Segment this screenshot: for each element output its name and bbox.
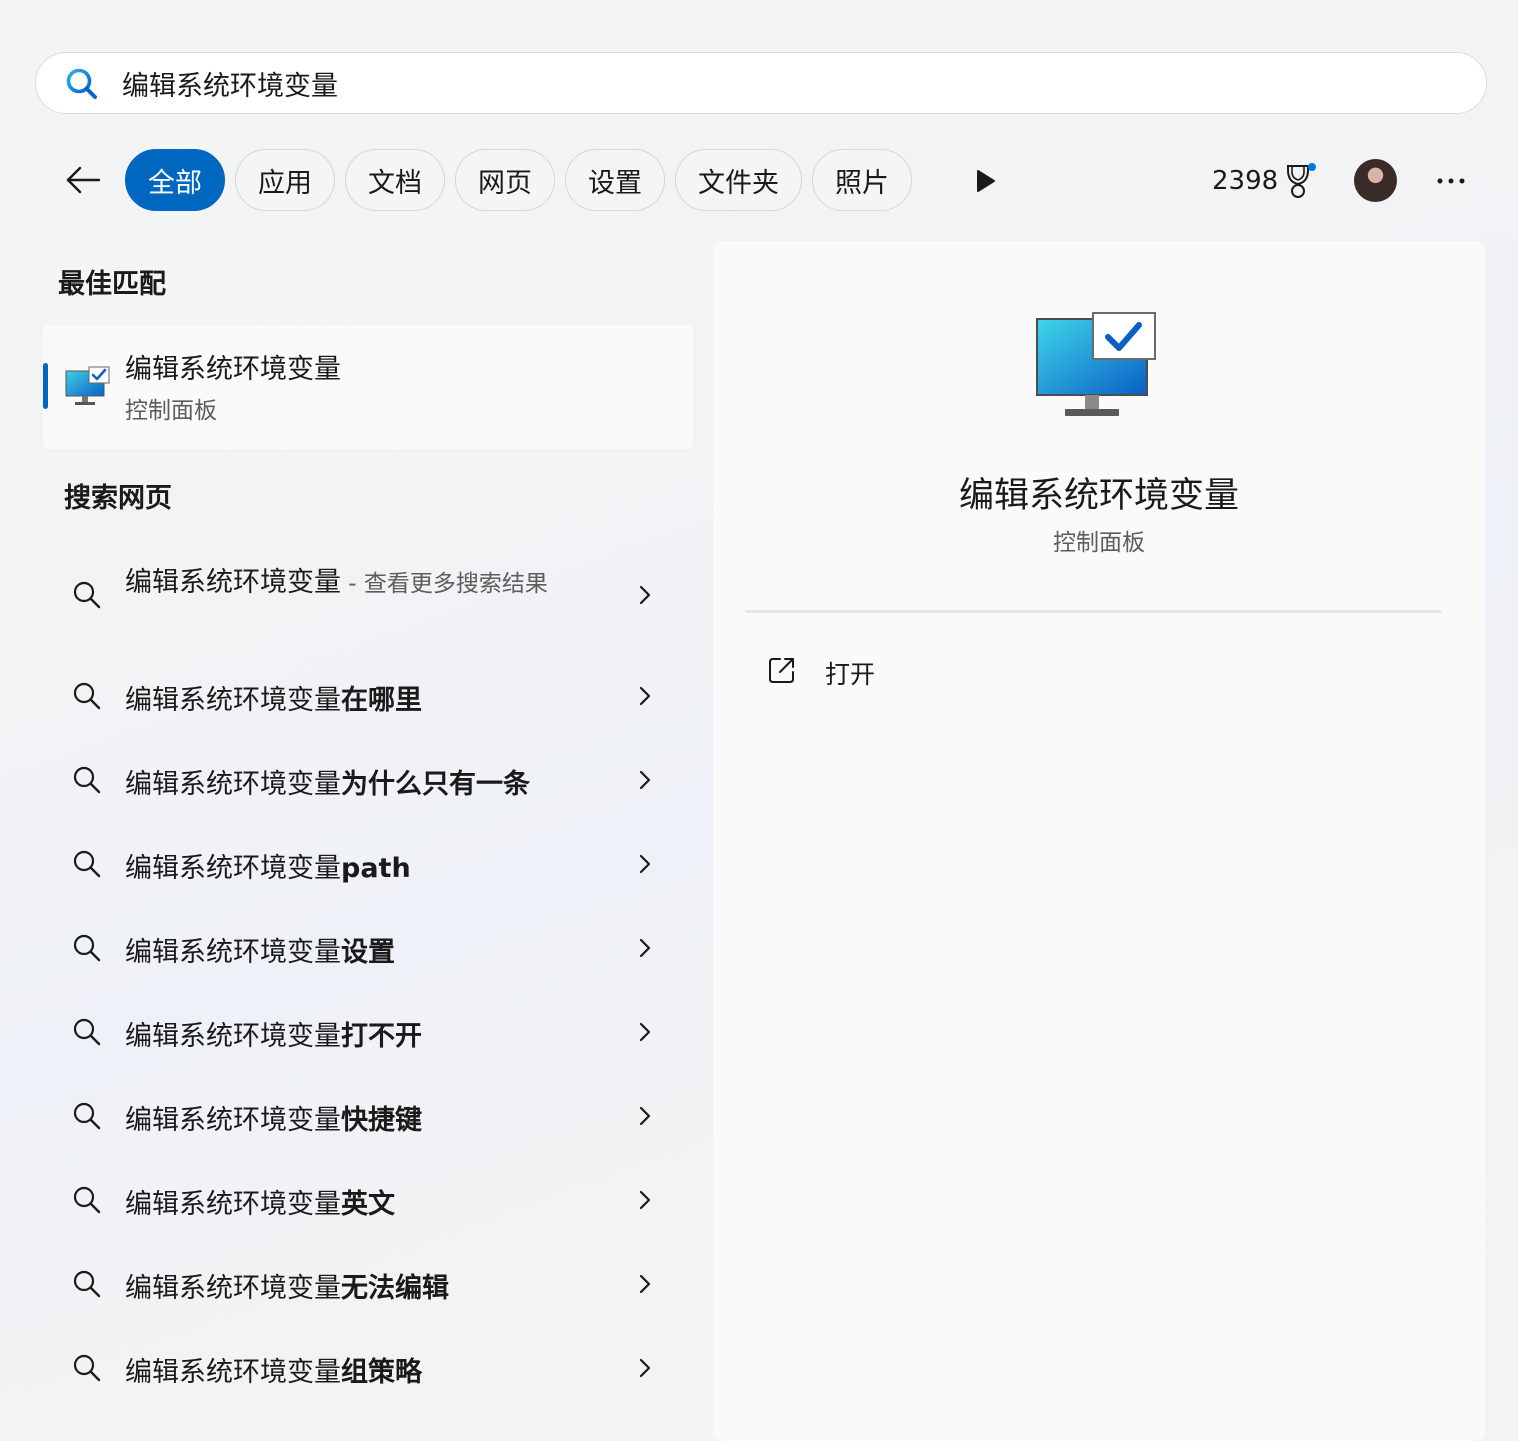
more-options-button[interactable]	[1430, 164, 1472, 198]
chevron-right-icon	[635, 1356, 655, 1380]
detail-panel: 编辑系统环境变量 控制面板 打开	[713, 241, 1485, 1441]
play-icon	[977, 170, 995, 192]
web-search-suggestion[interactable]: 编辑系统环境变量path	[43, 822, 693, 906]
tab-documents[interactable]: 文档	[345, 149, 445, 211]
suggestion-text: 编辑系统环境变量打不开	[125, 1014, 422, 1053]
tab-settings[interactable]: 设置	[565, 149, 665, 211]
suggestion-text: 编辑系统环境变量英文	[125, 1182, 395, 1221]
web-search-suggestion[interactable]: 编辑系统环境变量在哪里	[43, 654, 693, 738]
suggestion-base: 编辑系统环境变量	[125, 853, 341, 884]
search-box[interactable]	[35, 52, 1487, 114]
chevron-right-icon	[635, 1188, 655, 1212]
open-action-label: 打开	[825, 660, 876, 689]
suggestion-suffix: 组策略	[341, 1357, 422, 1388]
chevron-right-icon	[635, 1104, 655, 1128]
suggestion-suffix: 打不开	[341, 1021, 422, 1052]
system-properties-icon	[65, 366, 110, 405]
suggestion-suffix: 英文	[341, 1189, 395, 1220]
avatar[interactable]	[1354, 159, 1397, 202]
tab-photos[interactable]: 照片	[812, 149, 912, 211]
more-dots-icon	[1437, 178, 1465, 184]
search-icon	[71, 1184, 103, 1216]
search-icon	[71, 1100, 103, 1132]
suggestion-base: 编辑系统环境变量	[125, 1357, 341, 1388]
tab-all[interactable]: 全部	[125, 149, 225, 211]
suggestion-text: 编辑系统环境变量设置	[125, 930, 395, 969]
search-icon	[71, 848, 103, 880]
web-search-suggestion[interactable]: 编辑系统环境变量打不开	[43, 990, 693, 1074]
web-search-heading: 搜索网页	[64, 483, 172, 514]
detail-category: 控制面板	[1053, 530, 1145, 556]
web-search-suggestion[interactable]: 编辑系统环境变量组策略	[43, 1326, 693, 1410]
search-icon	[71, 579, 103, 611]
system-properties-large-icon	[1036, 312, 1156, 416]
rewards-points: 2398	[1212, 166, 1279, 196]
chevron-right-icon	[635, 768, 655, 792]
suggestion-text: 编辑系统环境变量组策略	[125, 1350, 422, 1389]
web-search-suggestion[interactable]: 编辑系统环境变量为什么只有一条	[43, 738, 693, 822]
suggestion-text: 编辑系统环境变量 - 查看更多搜索结果	[125, 562, 565, 605]
suggestion-suffix: 快捷键	[341, 1105, 422, 1136]
detail-title: 编辑系统环境变量	[958, 476, 1239, 516]
suggestion-text: 编辑系统环境变量无法编辑	[125, 1266, 449, 1305]
suggestion-suffix: 在哪里	[341, 685, 422, 716]
search-icon	[64, 66, 100, 102]
web-search-suggestion[interactable]: 编辑系统环境变量 - 查看更多搜索结果	[43, 550, 693, 640]
suggestion-text: 编辑系统环境变量快捷键	[125, 1098, 422, 1137]
back-button[interactable]	[60, 157, 106, 203]
suggestion-suffix: 设置	[341, 937, 395, 968]
suggestion-base: 编辑系统环境变量	[125, 1105, 341, 1136]
suggestion-more-results: - 查看更多搜索结果	[341, 571, 548, 597]
search-icon	[71, 1016, 103, 1048]
suggestion-suffix: 为什么只有一条	[341, 769, 530, 800]
search-icon	[71, 1352, 103, 1384]
search-icon	[71, 680, 103, 712]
suggestion-base: 编辑系统环境变量	[125, 1189, 341, 1220]
best-match-name: 编辑系统环境变量	[125, 354, 341, 385]
suggestion-text: 编辑系统环境变量为什么只有一条	[125, 762, 530, 801]
search-input[interactable]	[122, 63, 1422, 103]
web-search-suggestion[interactable]: 编辑系统环境变量设置	[43, 906, 693, 990]
divider	[745, 610, 1441, 613]
chevron-right-icon	[635, 1020, 655, 1044]
open-action[interactable]: 打开	[763, 651, 1003, 691]
web-search-suggestion[interactable]: 编辑系统环境变量英文	[43, 1158, 693, 1242]
selection-indicator	[43, 363, 48, 409]
chevron-right-icon	[635, 1272, 655, 1296]
search-icon	[71, 764, 103, 796]
best-match-category: 控制面板	[125, 398, 217, 424]
tab-apps[interactable]: 应用	[235, 149, 335, 211]
arrow-left-icon	[66, 166, 101, 194]
filter-tabs: 全部 应用 文档 网页 设置 文件夹 照片	[125, 149, 912, 213]
chevron-right-icon	[635, 936, 655, 960]
suggestion-base: 编辑系统环境变量	[125, 685, 341, 716]
suggestion-base: 编辑系统环境变量	[125, 567, 341, 598]
search-icon	[71, 1268, 103, 1300]
search-icon	[71, 932, 103, 964]
chevron-right-icon	[635, 852, 655, 876]
chevron-right-icon	[635, 684, 655, 708]
suggestion-suffix: 无法编辑	[341, 1273, 449, 1304]
chevron-right-icon	[635, 583, 655, 607]
suggestion-text: 编辑系统环境变量path	[125, 846, 411, 885]
more-tabs-button[interactable]	[968, 164, 1002, 198]
suggestion-text: 编辑系统环境变量在哪里	[125, 678, 422, 717]
open-external-icon	[769, 658, 794, 683]
tab-web[interactable]: 网页	[455, 149, 555, 211]
best-match-heading: 最佳匹配	[58, 269, 166, 300]
best-match-result[interactable]: 编辑系统环境变量 控制面板	[43, 325, 693, 449]
web-search-suggestion[interactable]: 编辑系统环境变量无法编辑	[43, 1242, 693, 1326]
suggestion-suffix: path	[341, 853, 411, 884]
suggestion-base: 编辑系统环境变量	[125, 1021, 341, 1052]
tab-folders[interactable]: 文件夹	[675, 149, 802, 211]
suggestion-base: 编辑系统环境变量	[125, 1273, 341, 1304]
web-search-suggestion[interactable]: 编辑系统环境变量快捷键	[43, 1074, 693, 1158]
suggestion-base: 编辑系统环境变量	[125, 937, 341, 968]
suggestion-base: 编辑系统环境变量	[125, 769, 341, 800]
trophy-icon[interactable]	[1280, 160, 1320, 202]
